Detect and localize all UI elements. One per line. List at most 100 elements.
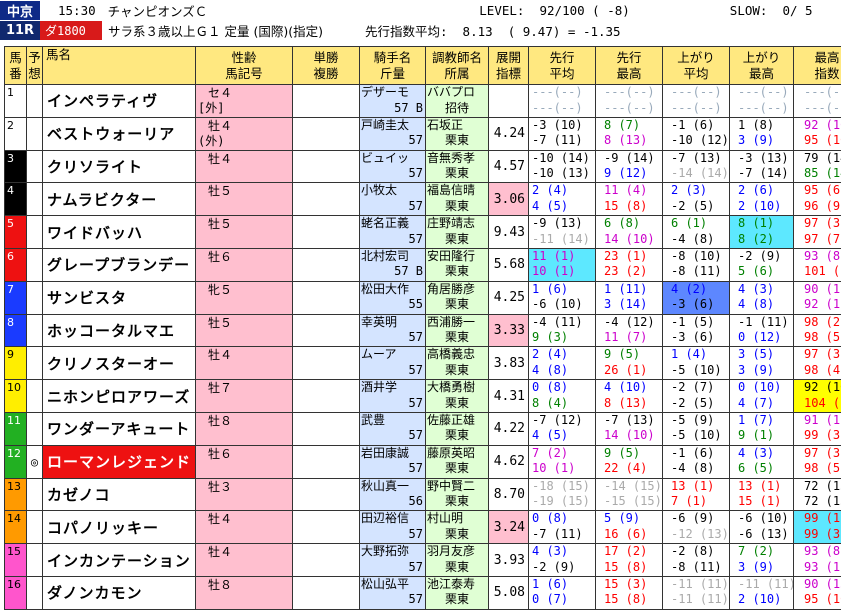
- horse-name[interactable]: ワイドバッハ: [42, 215, 196, 249]
- umaban-cell: 9: [4, 346, 27, 381]
- stat-value: 15 (8): [604, 592, 648, 607]
- col-agari-max-header: 上がり 最高: [729, 46, 794, 85]
- horse-name[interactable]: ベストウォーリア: [42, 116, 196, 151]
- horse-name[interactable]: ホッコータルマエ: [42, 313, 196, 348]
- carried-weight: 57: [408, 395, 423, 410]
- trainer-name: 安田隆行: [427, 248, 476, 263]
- stat-value: 8 (1): [738, 216, 775, 231]
- trainer-stable: 栗東: [444, 198, 469, 213]
- trainer-cell: 庄野靖志 栗東: [425, 215, 489, 249]
- course-label: ダ1800: [40, 20, 102, 40]
- stat-value: 3 (5): [738, 347, 775, 362]
- agari-avg-cell: -2 (7) -2 (5): [662, 379, 730, 413]
- senko-avg-cell: 1 (6) -6 (10): [528, 280, 596, 315]
- trainer-cell: 福島信晴 栗東: [425, 182, 489, 217]
- horse-row[interactable]: 9 クリノスターオー 牡４ ムーア 57 高橋義忠 栗東 3.83 2 (4) 4 (8) 9 (5…: [4, 346, 841, 381]
- stat-value: 6 (8): [604, 216, 641, 231]
- race-header-row-1: 中京 15:30 チャンピオンズＣ LEVEL: 92/100 ( -8) SL…: [0, 0, 841, 20]
- carried-weight: 57 B: [394, 264, 423, 279]
- jockey-cell: 秋山真一 56: [359, 477, 426, 512]
- horse-row[interactable]: 16 ダノンカモン 牡８ 松山弘平 57 池江泰寿 栗東 5.08 1 (6) 0 (7) 15 (…: [4, 575, 841, 610]
- horse-name[interactable]: コパノリッキー: [42, 510, 196, 545]
- sex-age-cell: 牡５: [195, 182, 293, 217]
- horse-row[interactable]: 6 グレープブランデー 牡６ 北村宏司 57 B 安田隆行 栗東 5.68 11 (1) 10 (…: [4, 247, 841, 282]
- trainer-name: 西浦勝一: [427, 314, 476, 329]
- sex-age: 牡６: [208, 446, 233, 461]
- stat-value: 0 (12): [738, 330, 782, 345]
- jockey-cell: 小牧太 57: [359, 182, 426, 217]
- horse-name[interactable]: ニホンピロアワーズ: [42, 379, 196, 413]
- stat-value: -3 (6): [671, 297, 715, 312]
- jockey-name: 秋山真一: [361, 478, 410, 493]
- senko-avg-cell: 11 (1) 10 (1): [528, 247, 596, 282]
- horse-row[interactable]: 11 ワンダーアキュート 牡８ 武豊 57 佐藤正雄 栗東 4.22 -7 (12) 4 (5) -…: [4, 411, 841, 446]
- stat-value: -4 (8): [671, 231, 715, 246]
- stat-value: -9 (13): [532, 216, 583, 231]
- senko-max-cell: 4 (10) 8 (13): [595, 379, 663, 413]
- horse-name[interactable]: インカンテーション: [42, 543, 196, 577]
- horse-name[interactable]: カゼノコ: [42, 477, 196, 512]
- horse-row[interactable]: 3 クリソライト 牡４ ビュイッ 57 音無秀孝 栗東 4.57 -10 (14) -10 (13…: [4, 149, 841, 184]
- trainer-name: 野中賢二: [427, 478, 476, 493]
- jockey-name: 田辺裕信: [361, 511, 410, 526]
- horse-name[interactable]: ローマンレジェンド: [42, 444, 196, 479]
- horse-name[interactable]: ダノンカモン: [42, 575, 196, 610]
- senko-avg-cell: -4 (11) 9 (3): [528, 313, 596, 348]
- jockey-cell: 松田大作 55: [359, 280, 426, 315]
- sex-age-cell: 牡４: [195, 543, 293, 577]
- horse-row[interactable]: 7 サンビスタ 牝５ 松田大作 55 角居勝彦 栗東 4.25 1 (6) -6 (10) 1 (1…: [4, 280, 841, 315]
- horse-row[interactable]: 5 ワイドバッハ 牡５ 蛯名正義 57 庄野靖志 栗東 9.43 -9 (13) -11 (14)…: [4, 215, 841, 249]
- horse-row[interactable]: 10 ニホンピロアワーズ 牡７ 酒井学 57 大橋勇樹 栗東 4.31 0 (8) 8 (4) 4 …: [4, 379, 841, 413]
- horse-row[interactable]: 1 インペラティヴ セ４ [外] デザーモ 57 B ババプロ 招待 ---(--) ---(--…: [4, 84, 841, 118]
- umaban-cell: 3: [4, 149, 27, 184]
- stat-value: ---(--): [738, 100, 789, 115]
- carried-weight: 57: [408, 362, 423, 377]
- stat-value: 4 (3): [738, 281, 775, 296]
- senko-avg-cell: -10 (14) -10 (13): [528, 149, 596, 184]
- horse-row[interactable]: 8 ホッコータルマエ 牡５ 幸英明 57 西浦勝一 栗東 3.33 -4 (11) 9 (3) -4…: [4, 313, 841, 348]
- stat-value: 1 (8): [738, 117, 775, 132]
- stat-value: -4 (8): [671, 461, 715, 476]
- prediction-mark: [26, 411, 43, 446]
- agari-max-cell: -2 (9) 5 (6): [729, 247, 794, 282]
- horse-name[interactable]: グレープブランデー: [42, 247, 196, 282]
- max-index-cell: 90 (13)95 (10): [793, 575, 841, 610]
- sex-age-cell: 牡４ (外): [195, 116, 293, 151]
- tenkai-index: [488, 84, 529, 118]
- horse-name[interactable]: クリソライト: [42, 149, 196, 184]
- horse-row[interactable]: 12 ◎ ローマンレジェンド 牡６ 岩田康誠 57 藤原英昭 栗東 4.62 7 (2) 10 (1…: [4, 444, 841, 479]
- horse-row[interactable]: 15 インカンテーション 牡４ 大野拓弥 57 羽月友彦 栗東 3.93 4 (3) -2 (9)…: [4, 543, 841, 577]
- horse-name[interactable]: インペラティヴ: [42, 84, 196, 118]
- horse-name[interactable]: ナムラビクター: [42, 182, 196, 217]
- stat-value: -19 (15): [532, 494, 590, 509]
- max-index-cell: 93 (8)93 (11): [793, 543, 841, 577]
- horse-name[interactable]: クリノスターオー: [42, 346, 196, 381]
- trainer-name: ババプロ: [427, 85, 476, 99]
- stat-value: 1 (6): [532, 576, 569, 591]
- stat-value: 2 (4): [532, 347, 569, 362]
- horse-row[interactable]: 14 コパノリッキー 牡４ 田辺裕信 57 村山明 栗東 3.24 0 (8) -7 (11) 5 …: [4, 510, 841, 545]
- stat-value: 15 (3): [604, 576, 648, 591]
- jockey-name: 小牧太: [361, 183, 398, 198]
- stat-value: 4 (8): [532, 362, 569, 377]
- jockey-cell: 松山弘平 57: [359, 575, 426, 610]
- stat-value: -7 (13): [671, 150, 722, 165]
- stat-value: 0 (7): [532, 592, 569, 607]
- senko-avg-cell: 2 (4) 4 (5): [528, 182, 596, 217]
- horse-row[interactable]: 2 ベストウォーリア 牡４ (外) 戸崎圭太 57 石坂正 栗東 4.24 -3 (10) -7 (…: [4, 116, 841, 151]
- horse-name[interactable]: サンビスタ: [42, 280, 196, 315]
- stat-value: 91 (11): [804, 412, 841, 427]
- sex-age: 牡４: [208, 151, 233, 166]
- horse-row[interactable]: 4 ナムラビクター 牡５ 小牧太 57 福島信晴 栗東 3.06 2 (4) 4 (5) 11 (4…: [4, 182, 841, 217]
- trainer-name: 石坂正: [427, 117, 464, 132]
- stat-value: -10 (14): [532, 150, 590, 165]
- horse-name[interactable]: ワンダーアキュート: [42, 411, 196, 446]
- horse-row[interactable]: 13 カゼノコ 牡３ 秋山真一 56 野中賢二 栗東 8.70 -18 (15) -19 (15)…: [4, 477, 841, 512]
- tenkai-index: 3.83: [488, 346, 529, 381]
- senko-max-cell: 6 (8) 14 (10): [595, 215, 663, 249]
- senko-avg-cell: 2 (4) 4 (8): [528, 346, 596, 381]
- tenkai-index: 3.93: [488, 543, 529, 577]
- slow-indicator: SLOW: 0/ 5: [729, 2, 813, 18]
- odds-cell: [292, 247, 360, 282]
- sex-age: 牝５: [208, 282, 233, 297]
